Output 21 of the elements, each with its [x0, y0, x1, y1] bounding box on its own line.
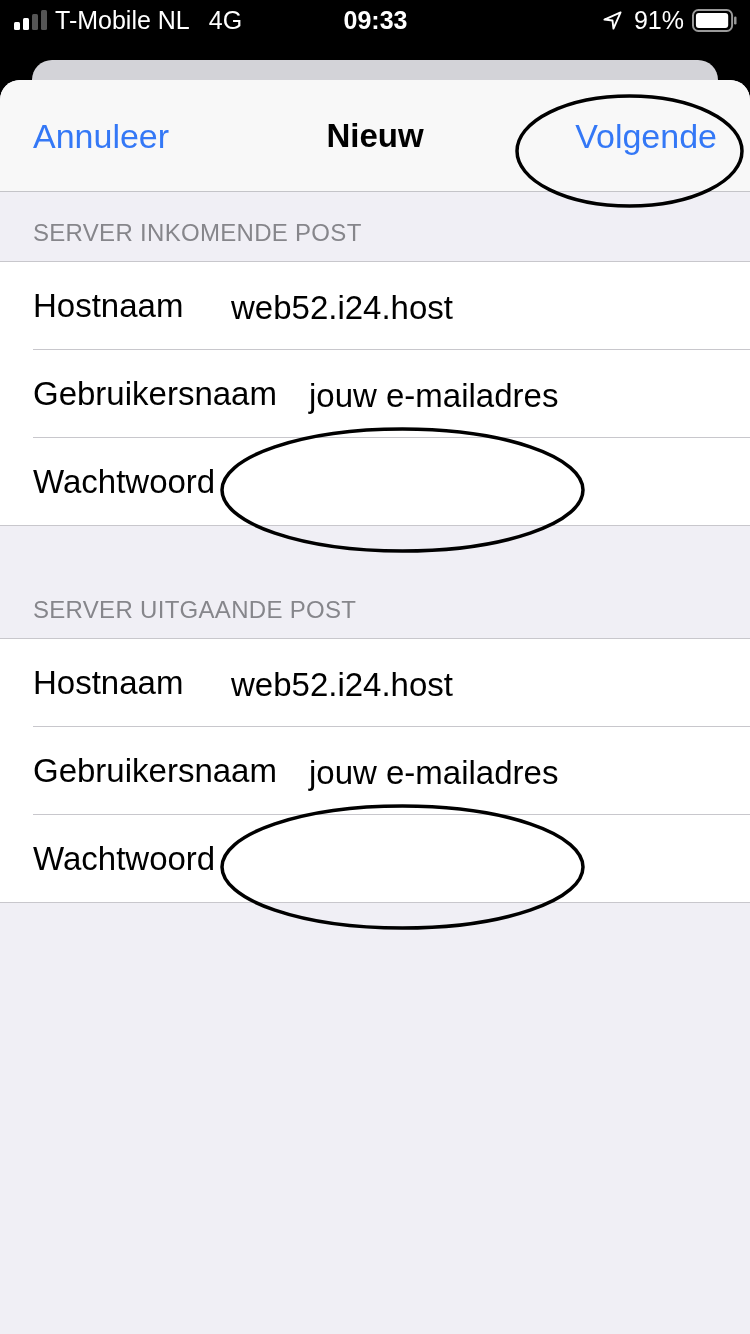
- network-type: 4G: [208, 5, 243, 35]
- input-field[interactable]: web52.i24.host: [231, 639, 750, 726]
- input-field[interactable]: jouw e-mailadres: [308, 350, 750, 437]
- field-label: Gebruikersnaam: [33, 750, 277, 791]
- section-header: SERVER UITGAANDE POST: [32, 595, 358, 625]
- field-label: Hostnaam: [33, 662, 185, 703]
- field-label: Wachtwoord: [33, 838, 216, 879]
- input-field[interactable]: web52.i24.host: [231, 262, 750, 349]
- cancel-button[interactable]: Annuleer: [33, 115, 170, 156]
- battery-percentage: 91%: [633, 5, 684, 35]
- carrier-name: T-Mobile NL: [55, 5, 190, 35]
- battery-icon: [692, 8, 737, 32]
- clock-time: 09:33: [343, 5, 408, 35]
- signal-icon: [14, 10, 48, 30]
- field-label: Wachtwoord: [33, 461, 216, 502]
- screen-title: Nieuw: [326, 115, 424, 156]
- field-label: Gebruikersnaam: [33, 373, 277, 414]
- location-arrow-icon: [602, 10, 622, 30]
- section-header: SERVER INKOMENDE POST: [32, 218, 363, 248]
- input-field[interactable]: jouw e-mailadres: [308, 727, 750, 814]
- field-label: Hostnaam: [33, 285, 185, 326]
